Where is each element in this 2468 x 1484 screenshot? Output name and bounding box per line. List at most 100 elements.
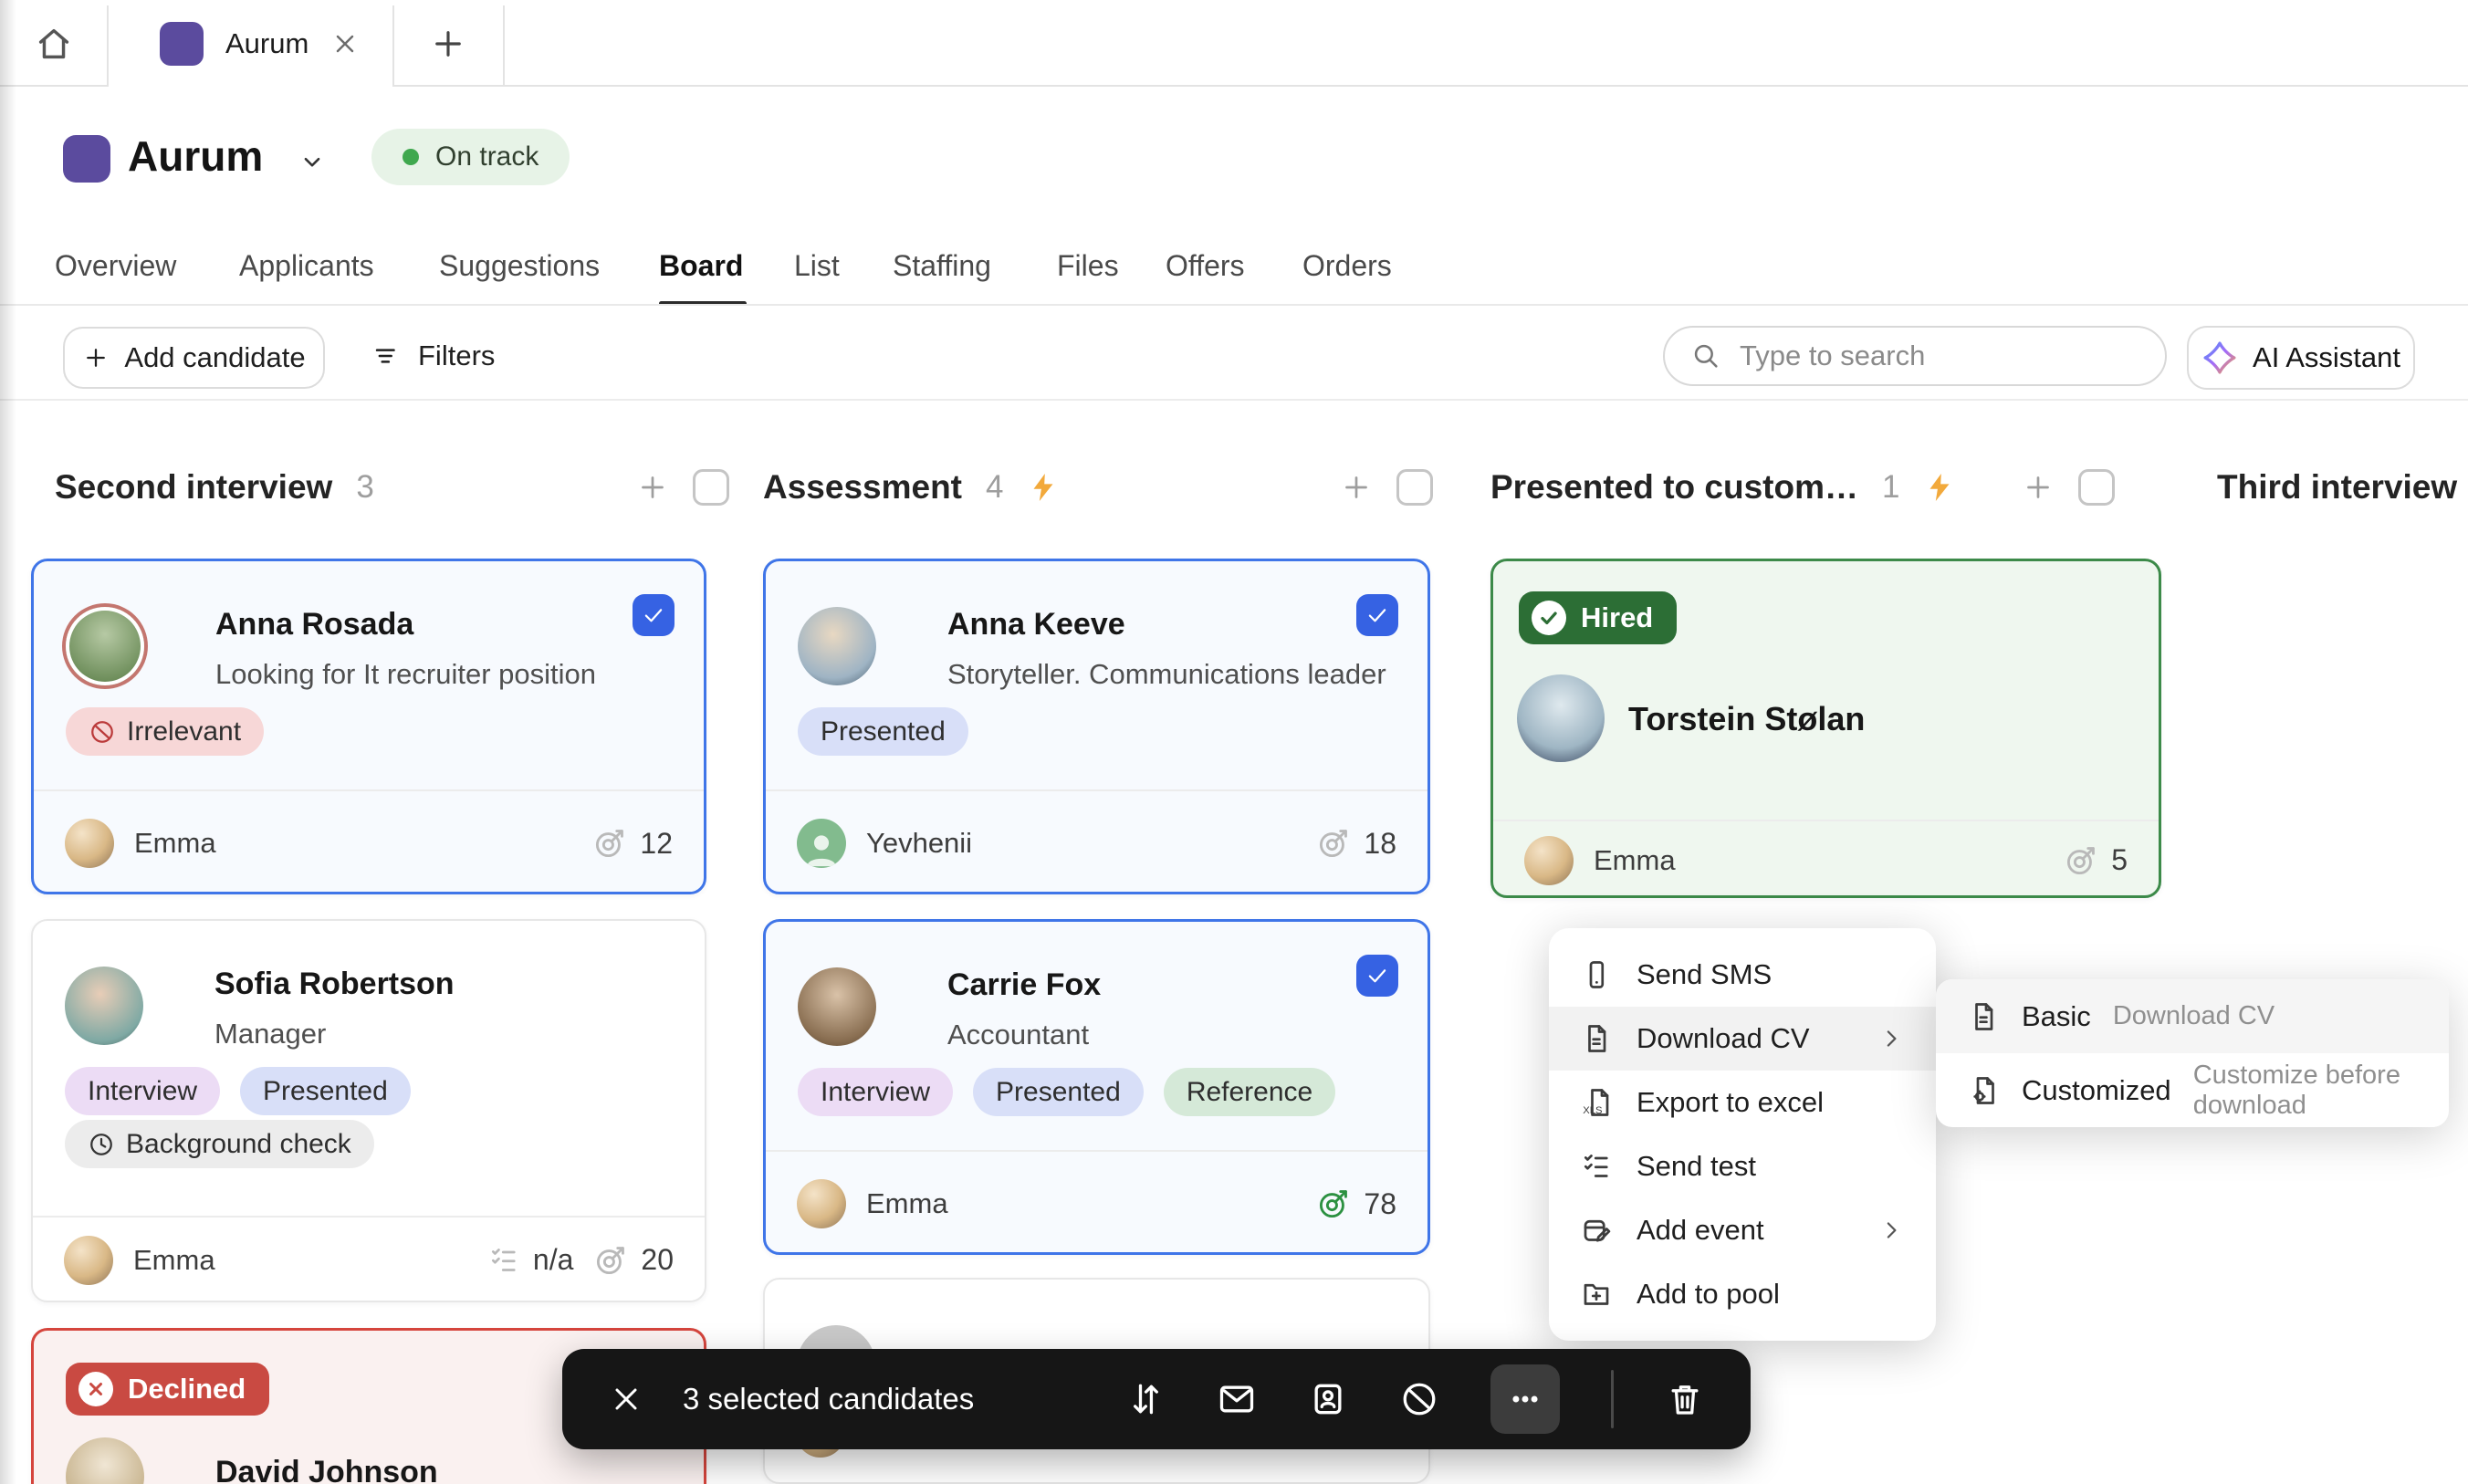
add-card-icon[interactable] [1340,471,1373,504]
select-all-checkbox[interactable] [1396,469,1434,506]
tab-offers[interactable]: Offers [1166,249,1245,283]
owner-name: Emma [866,1187,948,1219]
file-icon [1967,1000,2000,1033]
add-candidate-label: Add candidate [124,341,306,373]
tag-row: Interview Presented [65,1067,411,1115]
filters-button[interactable]: Filters [358,327,507,385]
column-count: 1 [1881,469,1900,505]
close-selection-icon[interactable] [608,1381,644,1417]
column-count: 4 [986,469,1004,505]
owner-avatar [797,1179,846,1228]
ai-assistant-button[interactable]: AI Assistant [2187,326,2415,390]
close-tab-icon[interactable] [330,29,360,58]
candidate-subtitle: Looking for It recruiter position [215,658,596,690]
add-candidate-button[interactable]: Add candidate [63,327,325,389]
clock-icon [88,1131,115,1158]
menu-item-label: Add to pool [1637,1278,1780,1310]
add-card-icon[interactable] [2022,471,2055,504]
hired-label: Hired [1581,601,1654,633]
tag-interview: Interview [65,1067,221,1115]
tag-row: Irrelevant [66,707,265,756]
tab-separator [503,5,505,87]
column-title: Second interview [55,468,333,506]
candidate-name: Anna Keeve [947,607,1125,642]
owner-name: Emma [134,827,216,859]
status-dot [403,149,419,165]
calendar-icon [1580,1214,1613,1247]
avatar [798,967,876,1046]
tag-background-check: Background check [65,1120,374,1168]
tab-orders[interactable]: Orders [1302,249,1392,283]
candidate-card[interactable]: Sofia Robertson Manager Interview Presented… [31,919,706,1302]
svg-text:XLS: XLS [1583,1105,1602,1116]
status-badge[interactable]: On track [371,129,570,185]
menu-item-send-sms[interactable]: Send SMS [1549,943,1936,1007]
tab-staffing[interactable]: Staffing [893,249,991,283]
candidate-name: Carrie Fox [947,967,1102,1002]
mail-icon[interactable] [1217,1379,1257,1419]
block-icon[interactable] [1399,1379,1439,1419]
column-title: Third interview [2217,468,2458,506]
add-card-icon[interactable] [636,471,669,504]
submenu-item-label: Customized [2022,1073,2171,1106]
tag-presented: Presented [973,1068,1144,1116]
candidate-card[interactable]: Carrie Fox Accountant Interview Presented Re… [763,919,1430,1255]
score-metric: 5 [2064,843,2128,878]
sort-icon[interactable] [1125,1379,1166,1419]
selected-checkbox[interactable] [1356,594,1398,636]
tab-applicants[interactable]: Applicants [239,249,374,283]
chevron-down-icon[interactable] [297,146,328,177]
trash-icon[interactable] [1665,1379,1705,1419]
app-window: Aurum Aurum On track Overview Applicants S… [0,0,2468,1484]
declined-badge: Declined [66,1363,270,1416]
tab-suggestions[interactable]: Suggestions [439,249,600,283]
ai-assistant-label: AI Assistant [2253,341,2400,373]
menu-item-add-to-pool[interactable]: Add to pool [1549,1262,1936,1326]
chevron-right-icon [1877,1025,1905,1052]
submenu-item-label: Basic [2022,999,2091,1032]
tab-files[interactable]: Files [1057,249,1119,283]
id-card-icon[interactable] [1308,1379,1348,1419]
submenu-item-hint: Download CV [2112,1001,2275,1030]
owner-name: Yevhenii [866,827,973,859]
menu-item-download-cv[interactable]: Download CV [1549,1007,1936,1071]
search-input[interactable]: Type to search [1663,326,2167,386]
candidate-card[interactable]: Anna Keeve Storyteller. Communications le… [763,559,1430,894]
tab-aurum[interactable]: Aurum [107,0,392,87]
tab-list[interactable]: List [794,249,840,283]
tab-overview[interactable]: Overview [55,249,176,283]
menu-item-label: Download CV [1637,1022,1810,1054]
tab-board[interactable]: Board [659,249,743,283]
more-button[interactable] [1490,1364,1560,1434]
avatar [1517,674,1605,762]
tab-label: Aurum [225,26,309,59]
target-icon [1316,826,1351,861]
select-all-checkbox[interactable] [692,469,729,506]
selection-action-bar: 3 selected candidates [562,1349,1751,1449]
selected-checkbox[interactable] [1356,955,1398,997]
context-menu: Send SMS Download CV XLS Export to excel Sen… [1549,928,1936,1341]
menu-item-send-test[interactable]: Send test [1549,1134,1936,1198]
selected-checkbox[interactable] [633,594,675,636]
tasks-value: n/a [532,1243,574,1276]
submenu-item-customized[interactable]: Customized Customize before download [1936,1053,2449,1127]
home-icon [33,23,75,65]
card-footer: Emma 5 [1493,820,2159,901]
avatar [66,1437,144,1484]
candidate-card[interactable]: Hired Torstein Stølan Emma 5 [1490,559,2161,898]
menu-item-export-to-excel[interactable]: XLS Export to excel [1549,1071,1936,1134]
checklist-icon [487,1244,520,1277]
menu-item-add-event[interactable]: Add event [1549,1198,1936,1262]
chevron-right-icon [1877,1217,1905,1244]
tasks-metric: n/a [487,1243,573,1277]
select-all-checkbox[interactable] [2078,469,2116,506]
target-icon [1316,1186,1351,1221]
submenu-item-basic[interactable]: Basic Download CV [1936,979,2449,1053]
automation-bolt-icon [1027,471,1060,504]
tag-row: Background check [65,1120,374,1168]
avatar [66,607,144,685]
check-circle-icon [1532,601,1566,635]
new-tab-button[interactable] [392,0,503,87]
card-footer: Emma 12 [34,789,704,897]
candidate-card[interactable]: Anna Rosada Looking for It recruiter posi… [31,559,706,894]
